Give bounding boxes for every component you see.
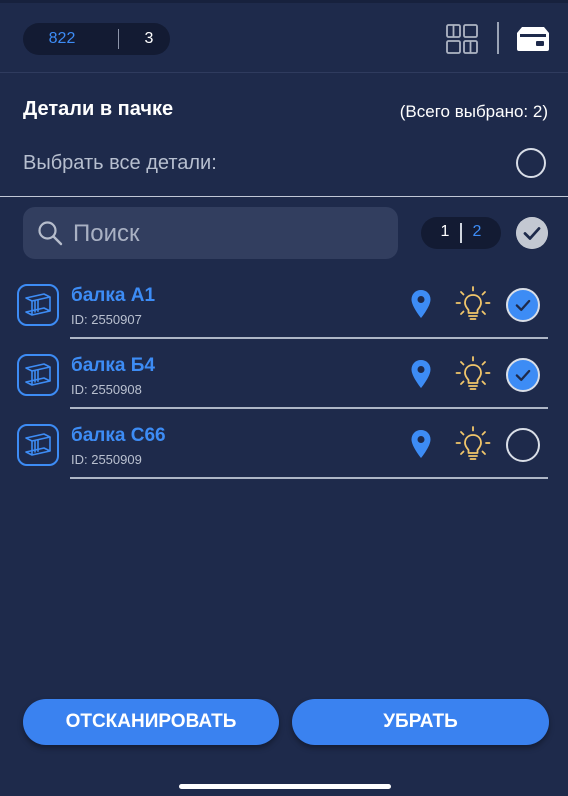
- item-name[interactable]: балка А1: [71, 285, 155, 307]
- page-divider: [460, 223, 462, 243]
- scan-button[interactable]: ОТСКАНИРОВАТЬ: [23, 699, 279, 745]
- beam-icon: [17, 284, 59, 326]
- header-separator: [0, 72, 568, 73]
- counter-divider: [118, 29, 119, 49]
- item-id: ID: 2550907: [71, 312, 142, 327]
- item-id: ID: 2550908: [71, 382, 142, 397]
- beam-icon: [17, 354, 59, 396]
- row-divider: [70, 477, 548, 479]
- top-bar: 822 3: [0, 0, 568, 72]
- page-indicator[interactable]: 1 2: [421, 217, 501, 249]
- item-checkbox[interactable]: [506, 288, 540, 322]
- total-selected: (Всего выбрано: 2): [399, 102, 548, 121]
- header-divider: [497, 22, 499, 54]
- row-divider: [70, 407, 548, 409]
- item-name[interactable]: балка С66: [71, 425, 166, 447]
- lightbulb-icon[interactable]: [455, 286, 491, 322]
- item-checkbox[interactable]: [506, 428, 540, 462]
- item-checkbox[interactable]: [506, 358, 540, 392]
- check-all-button[interactable]: [516, 217, 548, 249]
- counter-pill: 822 3: [23, 23, 170, 55]
- list-item[interactable]: балка А1 ID: 2550907: [0, 282, 568, 352]
- item-name[interactable]: балка Б4: [71, 355, 155, 377]
- row-divider: [70, 337, 548, 339]
- grid-icon[interactable]: [446, 24, 478, 54]
- page-current: 1: [440, 223, 450, 240]
- item-id: ID: 2550909: [71, 452, 142, 467]
- location-pin-icon[interactable]: [410, 359, 432, 389]
- section-title: Детали в пачке: [23, 98, 174, 120]
- box-icon[interactable]: [516, 26, 550, 52]
- counter-count: 3: [144, 30, 154, 47]
- search-input[interactable]: [71, 215, 385, 253]
- list-item[interactable]: балка С66 ID: 2550909: [0, 422, 568, 492]
- location-pin-icon[interactable]: [410, 289, 432, 319]
- search-icon: [38, 221, 63, 246]
- section-separator: [0, 196, 568, 197]
- home-indicator[interactable]: [179, 784, 391, 789]
- select-all-checkbox[interactable]: [516, 148, 546, 178]
- search-bar[interactable]: [23, 207, 398, 259]
- select-all-label: Выбрать все детали:: [23, 152, 217, 174]
- lightbulb-icon[interactable]: [455, 426, 491, 462]
- remove-button[interactable]: УБРАТЬ: [292, 699, 549, 745]
- beam-icon: [17, 424, 59, 466]
- page-total[interactable]: 2: [463, 223, 491, 241]
- counter-total: 822: [48, 30, 76, 47]
- lightbulb-icon[interactable]: [455, 356, 491, 392]
- list-item[interactable]: балка Б4 ID: 2550908: [0, 352, 568, 422]
- location-pin-icon[interactable]: [410, 429, 432, 459]
